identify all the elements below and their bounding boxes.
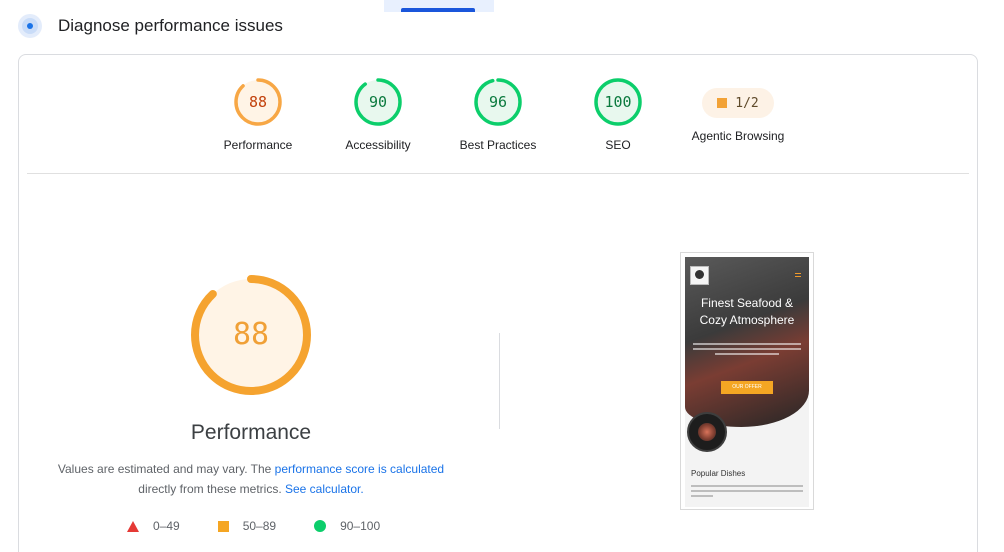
performance-gauge-large: 88 — [189, 273, 313, 397]
gauge-score: 88 — [248, 93, 268, 111]
legend-pass: 90–100 — [314, 519, 380, 533]
dish-image — [687, 412, 727, 452]
section-header: Diagnose performance issues — [18, 12, 283, 40]
preview-hero-title: Finest Seafood & Cozy Atmosphere — [699, 296, 795, 327]
desc-text: Values are estimated and may vary. The — [57, 462, 275, 476]
gauge-score: 90 — [368, 93, 388, 111]
vertical-separator — [499, 333, 500, 429]
gauge-seo[interactable]: 100 SEO — [563, 77, 673, 152]
final-screenshot[interactable]: Finest Seafood & Cozy Atmosphere OUR OFF… — [680, 252, 814, 510]
score-legend: 0–49 50–89 90–100 — [127, 518, 418, 534]
report-card: 88 Performance 90 Accessibility 96 Best … — [18, 54, 978, 552]
performance-score: 88 — [232, 317, 270, 352]
site-logo-icon — [690, 266, 709, 285]
pass-circle-icon — [314, 520, 327, 532]
preview-offer-button: OUR OFFER — [721, 381, 773, 394]
gauge-label: Performance — [223, 138, 293, 152]
diagnose-icon — [18, 14, 42, 38]
fail-triangle-icon — [127, 520, 139, 532]
legend-label: 50–89 — [242, 519, 277, 533]
gauge-label: Agentic Browsing — [691, 129, 785, 143]
gauge-label: Best Practices — [459, 138, 537, 152]
top-tab-indicator[interactable] — [384, 0, 494, 12]
legend-label: 90–100 — [340, 519, 381, 533]
gauge-agentic-browsing[interactable]: 1/2 Agentic Browsing — [683, 77, 793, 143]
performance-title: Performance — [190, 421, 312, 444]
gauge-label: SEO — [605, 138, 631, 152]
preview-section-text — [691, 485, 803, 500]
active-tab-bar — [401, 8, 475, 12]
gauge-score: 100 — [604, 93, 632, 111]
average-square-icon — [717, 98, 728, 108]
average-square-icon — [217, 520, 229, 532]
gauge-score: 96 — [488, 93, 508, 111]
performance-description: Values are estimated and may vary. The p… — [49, 459, 453, 499]
legend-label: 0–49 — [153, 519, 180, 533]
preview-hero: Finest Seafood & Cozy Atmosphere OUR OFF… — [685, 257, 809, 427]
page-preview: Finest Seafood & Cozy Atmosphere OUR OFF… — [685, 257, 809, 507]
see-calculator-link[interactable]: See calculator. — [285, 482, 364, 496]
agentic-value: 1/2 — [735, 95, 759, 111]
gauge-performance[interactable]: 88 Performance — [203, 77, 313, 152]
gauge-accessibility[interactable]: 90 Accessibility — [323, 77, 433, 152]
preview-section-title: Popular Dishes — [691, 469, 746, 478]
category-gauges: 88 Performance 90 Accessibility 96 Best … — [19, 77, 977, 187]
legend-fail: 0–49 — [127, 519, 180, 533]
section-title: Diagnose performance issues — [58, 16, 283, 35]
gauge-best-practices[interactable]: 96 Best Practices — [443, 77, 553, 152]
menu-icon — [795, 273, 801, 277]
agentic-pill: 1/2 — [702, 88, 774, 118]
legend-average: 50–89 — [217, 519, 277, 533]
desc-text: directly from these metrics. — [138, 482, 285, 496]
divider — [27, 173, 969, 174]
score-calculated-link[interactable]: performance score is calculated — [275, 462, 444, 476]
gauge-label: Accessibility — [345, 138, 411, 152]
preview-hero-text — [693, 343, 801, 359]
